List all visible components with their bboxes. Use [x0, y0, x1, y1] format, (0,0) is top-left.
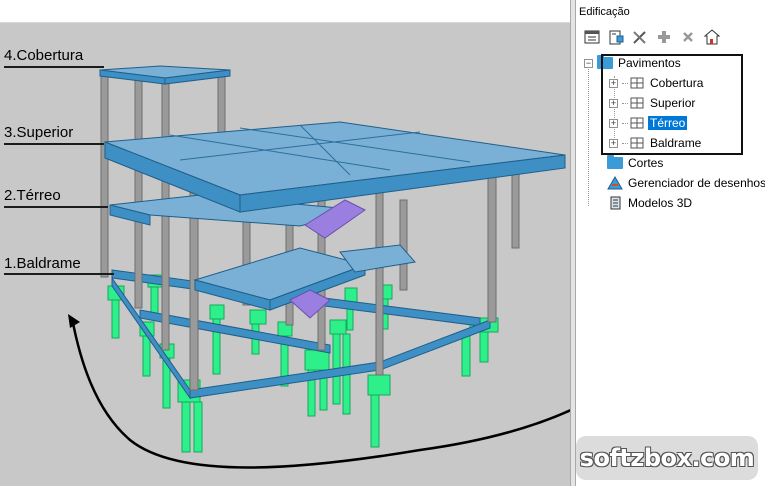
- panel-title: Edificação: [579, 6, 630, 18]
- floor-label-superior: 3.Superior: [4, 124, 74, 141]
- folder-icon: [607, 155, 623, 169]
- floor-line-cobertura: [4, 66, 104, 68]
- tree-view-icon[interactable]: [582, 27, 602, 47]
- house-export-icon[interactable]: [702, 27, 722, 47]
- tree-node-terreo[interactable]: + Térreo: [609, 114, 688, 132]
- tree-node-label: Baldrame: [650, 136, 702, 150]
- building-settings-icon[interactable]: [606, 27, 626, 47]
- tree-node-modelos-3d[interactable]: Modelos 3D: [607, 194, 692, 212]
- floor-plan-icon: [630, 137, 644, 149]
- model-3d-icon: [610, 196, 621, 210]
- watermark: softzbox.com: [576, 436, 758, 480]
- folder-icon: [597, 55, 613, 69]
- floor-plan-icon: [630, 97, 644, 109]
- tree-node-label: Modelos 3D: [628, 196, 693, 210]
- floor-label-terreo: 2.Térreo: [4, 187, 61, 204]
- tree-node-label-selected: Térreo: [648, 116, 688, 130]
- tree-node-cobertura[interactable]: + Cobertura: [609, 74, 703, 92]
- tree-node-gerenciador[interactable]: Gerenciador de desenhos: [607, 174, 765, 192]
- building-model-3d[interactable]: [0, 0, 570, 486]
- tree-guide-line: [588, 66, 589, 206]
- floor-plan-icon: [630, 117, 644, 129]
- expand-toggle[interactable]: +: [609, 138, 618, 148]
- tree-node-label: Cobertura: [650, 76, 704, 90]
- tree-node-label: Cortes: [628, 156, 664, 170]
- add-structure-icon[interactable]: [654, 27, 674, 47]
- floor-label-baldrame: 1.Baldrame: [4, 255, 81, 272]
- collapse-toggle[interactable]: −: [584, 58, 593, 68]
- floor-line-terreo: [4, 206, 108, 208]
- tree-node-superior[interactable]: + Superior: [609, 94, 695, 112]
- delete-icon[interactable]: [678, 27, 698, 47]
- tools-icon[interactable]: [630, 27, 650, 47]
- floor-line-baldrame: [4, 273, 114, 275]
- edificacao-panel: Edificação − Pavimentos + Cobertura + Su…: [576, 0, 765, 486]
- floor-plan-icon: [630, 77, 644, 89]
- floor-label-cobertura: 4.Cobertura: [4, 47, 84, 64]
- expand-toggle[interactable]: +: [609, 78, 618, 88]
- floor-line-superior: [4, 143, 104, 145]
- tree-node-label: Superior: [650, 96, 696, 110]
- tree-node-baldrame[interactable]: + Baldrame: [609, 134, 701, 152]
- cobertura-slab: [99, 65, 231, 85]
- tree-node-pavimentos[interactable]: − Pavimentos: [584, 54, 681, 72]
- tree-node-label: Gerenciador de desenhos: [628, 176, 765, 190]
- 3d-viewport[interactable]: 4.Cobertura 3.Superior 2.Térreo 1.Baldra…: [0, 0, 570, 486]
- tree-node-label: Pavimentos: [618, 56, 681, 70]
- tree-node-cortes[interactable]: Cortes: [607, 154, 663, 172]
- expand-toggle[interactable]: +: [609, 118, 618, 128]
- expand-toggle[interactable]: +: [609, 98, 618, 108]
- drawing-manager-icon: [607, 176, 623, 190]
- panel-toolbar: [582, 27, 722, 49]
